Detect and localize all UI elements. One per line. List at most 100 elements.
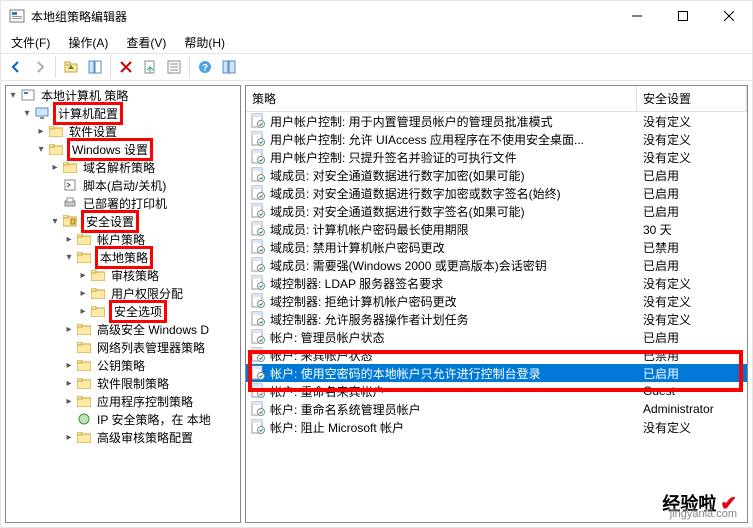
tree-scripts[interactable]: 脚本(启动/关机) bbox=[6, 176, 240, 194]
policy-setting: 已启用 bbox=[637, 329, 747, 346]
menu-view[interactable]: 查看(V) bbox=[122, 32, 170, 53]
list-row[interactable]: 域成员: 对安全通道数据进行数字加密(如果可能)已启用 bbox=[246, 166, 747, 184]
export-button[interactable] bbox=[139, 56, 161, 78]
list-row[interactable]: 帐户: 来宾帐户状态已禁用 bbox=[246, 346, 747, 364]
tree-software-restriction[interactable]: ▸软件限制策略 bbox=[6, 374, 240, 392]
folder-icon bbox=[48, 142, 64, 156]
tree-network-list[interactable]: 网络列表管理器策略 bbox=[6, 338, 240, 356]
policy-name: 域成员: 禁用计算机帐户密码更改 bbox=[270, 239, 445, 256]
list-row[interactable]: 用户帐户控制: 允许 UIAccess 应用程序在不使用安全桌面... 没有定义 bbox=[246, 130, 747, 148]
content-area: ▾ 本地计算机 策略 ▾ 计算机配置 ▸软件设置 bbox=[1, 81, 752, 527]
list-row[interactable]: 域控制器: LDAP 服务器签名要求没有定义 bbox=[246, 274, 747, 292]
list-row[interactable]: 帐户: 使用空密码的本地帐户只允许进行控制台登录 已启用 bbox=[246, 364, 747, 382]
policy-icon bbox=[250, 293, 266, 309]
folder-icon bbox=[62, 160, 78, 174]
folder-icon bbox=[76, 394, 92, 408]
properties-button[interactable] bbox=[163, 56, 185, 78]
list-row[interactable]: 域成员: 需要强(Windows 2000 或更高版本)会话密钥已启用 bbox=[246, 256, 747, 274]
tree-audit-policy[interactable]: ▸审核策略 bbox=[6, 266, 240, 284]
list-body[interactable]: 用户帐户控制: 用于内置管理员帐户的管理员批准模式没有定义用户帐户控制: 允许 … bbox=[246, 112, 747, 522]
policy-setting: 没有定义 bbox=[637, 419, 747, 436]
menu-help[interactable]: 帮助(H) bbox=[180, 32, 229, 53]
list-row[interactable]: 域成员: 对安全通道数据进行数字加密或数字签名(始终) 已启用 bbox=[246, 184, 747, 202]
list-row[interactable]: 域成员: 对安全通道数据进行数字签名(如果可能)已启用 bbox=[246, 202, 747, 220]
folder-icon bbox=[76, 376, 92, 390]
folder-icon bbox=[90, 268, 106, 282]
list-row[interactable]: 帐户: 重命名来宾帐户Guest bbox=[246, 382, 747, 400]
policy-setting: Guest bbox=[637, 384, 747, 398]
folder-icon bbox=[76, 250, 92, 264]
policy-setting: 30 天 bbox=[637, 221, 747, 238]
policy-icon bbox=[250, 401, 266, 417]
tree-security-settings[interactable]: ▾安全设置 bbox=[6, 212, 240, 230]
policy-name: 域控制器: 允许服务器操作者计划任务 bbox=[270, 311, 469, 328]
maximize-button[interactable] bbox=[660, 1, 706, 31]
policy-setting: 已启用 bbox=[637, 365, 747, 382]
policy-icon bbox=[250, 149, 266, 165]
tree-panel[interactable]: ▾ 本地计算机 策略 ▾ 计算机配置 ▸软件设置 bbox=[5, 85, 241, 523]
back-button[interactable] bbox=[5, 56, 27, 78]
policy-setting: 已禁用 bbox=[637, 347, 747, 364]
policy-name: 帐户: 管理员帐户状态 bbox=[270, 329, 385, 346]
tree-ip-security[interactable]: IP 安全策略，在 本地 bbox=[6, 410, 240, 428]
policy-name: 用户帐户控制: 用于内置管理员帐户的管理员批准模式 bbox=[270, 113, 553, 130]
policy-icon bbox=[250, 383, 266, 399]
policy-name: 帐户: 阻止 Microsoft 帐户 bbox=[270, 419, 404, 436]
policy-name: 帐户: 重命名系统管理员帐户 bbox=[270, 401, 421, 418]
tree-computer-config[interactable]: ▾ 计算机配置 bbox=[6, 104, 240, 122]
tree-security-options[interactable]: ▸安全选项 bbox=[6, 302, 240, 320]
forward-button[interactable] bbox=[29, 56, 51, 78]
policy-name: 域成员: 对安全通道数据进行数字加密或数字签名(始终) bbox=[270, 185, 561, 202]
show-hide-button[interactable] bbox=[84, 56, 106, 78]
minimize-button[interactable] bbox=[614, 1, 660, 31]
list-row[interactable]: 域成员: 禁用计算机帐户密码更改 已禁用 bbox=[246, 238, 747, 256]
list-row[interactable]: 域成员: 计算机帐户密码最长使用期限 30 天 bbox=[246, 220, 747, 238]
policy-setting: 没有定义 bbox=[637, 131, 747, 148]
security-icon bbox=[62, 214, 78, 228]
list-row[interactable]: 帐户: 阻止 Microsoft 帐户 没有定义 bbox=[246, 418, 747, 436]
policy-name: 帐户: 使用空密码的本地帐户只允许进行控制台登录 bbox=[270, 365, 541, 382]
tree-advanced-audit[interactable]: ▸高级审核策略配置 bbox=[6, 428, 240, 446]
computer-icon bbox=[34, 106, 50, 120]
window-title: 本地组策略编辑器 bbox=[31, 8, 614, 25]
list-panel: 策略 安全设置 用户帐户控制: 用于内置管理员帐户的管理员批准模式没有定义用户帐… bbox=[245, 85, 748, 523]
toolbar: ? bbox=[1, 53, 752, 81]
tree-advanced-security[interactable]: ▸高级安全 Windows D bbox=[6, 320, 240, 338]
policy-icon bbox=[250, 239, 266, 255]
list-row[interactable]: 用户帐户控制: 只提升签名并验证的可执行文件没有定义 bbox=[246, 148, 747, 166]
delete-button[interactable] bbox=[115, 56, 137, 78]
list-row[interactable]: 用户帐户控制: 用于内置管理员帐户的管理员批准模式没有定义 bbox=[246, 112, 747, 130]
policy-icon bbox=[250, 419, 266, 435]
menubar: 文件(F) 操作(A) 查看(V) 帮助(H) bbox=[1, 31, 752, 53]
policy-setting: 已禁用 bbox=[637, 239, 747, 256]
options-button[interactable] bbox=[218, 56, 240, 78]
list-row[interactable]: 域控制器: 拒绝计算机帐户密码更改没有定义 bbox=[246, 292, 747, 310]
policy-icon bbox=[250, 347, 266, 363]
tree-public-key[interactable]: ▸公钥策略 bbox=[6, 356, 240, 374]
console-icon bbox=[20, 88, 36, 102]
policy-name: 用户帐户控制: 只提升签名并验证的可执行文件 bbox=[270, 149, 517, 166]
policy-icon bbox=[250, 257, 266, 273]
menu-file[interactable]: 文件(F) bbox=[7, 32, 54, 53]
policy-name: 用户帐户控制: 允许 UIAccess 应用程序在不使用安全桌面... bbox=[270, 131, 584, 148]
menu-action[interactable]: 操作(A) bbox=[64, 32, 112, 53]
tree-local-policies[interactable]: ▾本地策略 bbox=[6, 248, 240, 266]
policy-name: 域成员: 计算机帐户密码最长使用期限 bbox=[270, 221, 469, 238]
policy-setting: 已启用 bbox=[637, 185, 747, 202]
tree-dns-policy[interactable]: ▸域名解析策略 bbox=[6, 158, 240, 176]
folder-icon bbox=[90, 304, 106, 318]
list-row[interactable]: 帐户: 重命名系统管理员帐户Administrator bbox=[246, 400, 747, 418]
close-button[interactable] bbox=[706, 1, 752, 31]
tree-app-control[interactable]: ▸应用程序控制策略 bbox=[6, 392, 240, 410]
tree-windows-settings[interactable]: ▾Windows 设置 bbox=[6, 140, 240, 158]
up-button[interactable] bbox=[60, 56, 82, 78]
col-setting-header[interactable]: 安全设置 bbox=[637, 86, 747, 111]
policy-icon bbox=[250, 167, 266, 183]
list-row[interactable]: 帐户: 管理员帐户状态 已启用 bbox=[246, 328, 747, 346]
folder-icon bbox=[76, 430, 92, 444]
list-row[interactable]: 域控制器: 允许服务器操作者计划任务没有定义 bbox=[246, 310, 747, 328]
help-button[interactable]: ? bbox=[194, 56, 216, 78]
policy-icon bbox=[250, 365, 266, 381]
titlebar: 本地组策略编辑器 bbox=[1, 1, 752, 31]
col-policy-header[interactable]: 策略 bbox=[246, 86, 637, 111]
